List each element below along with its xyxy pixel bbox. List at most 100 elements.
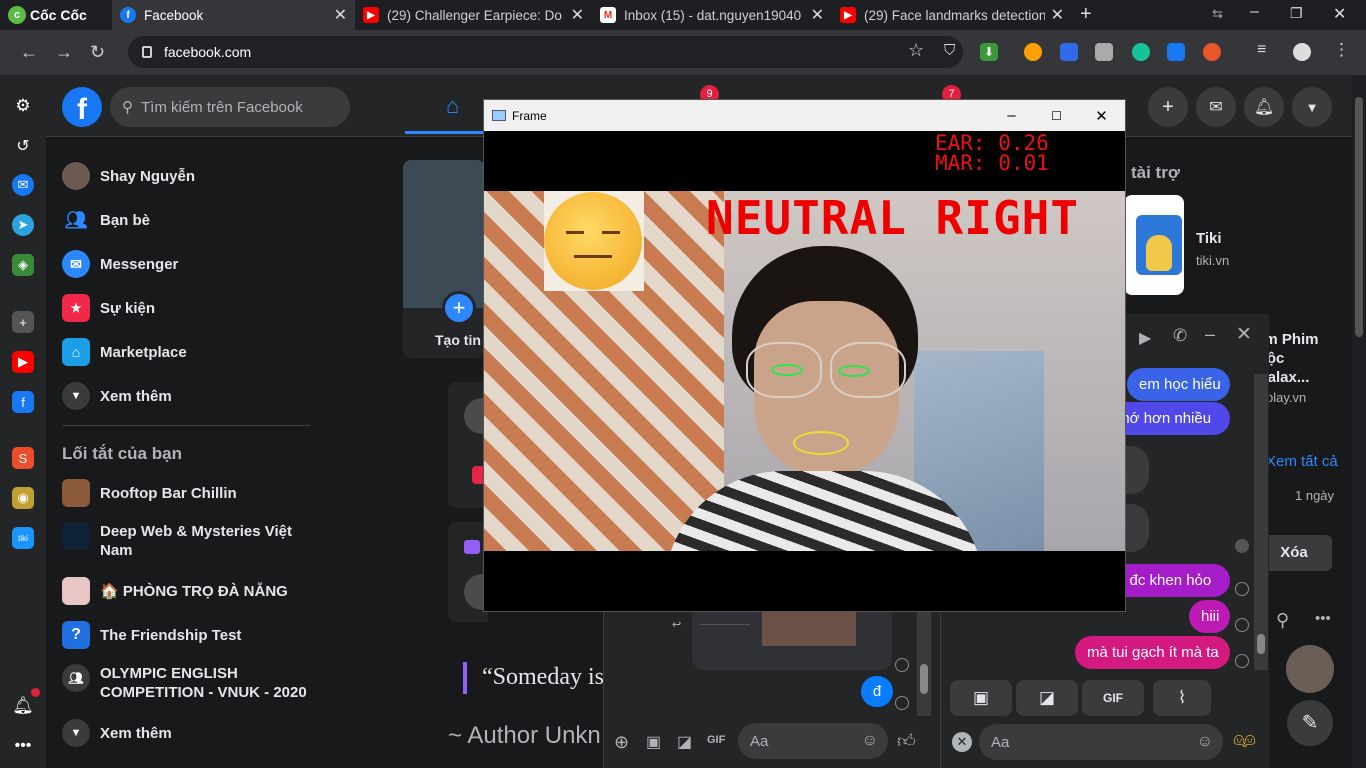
bookmark-star-icon[interactable]: ☆ bbox=[908, 40, 924, 61]
left-nav-events[interactable]: ★ Sự kiện bbox=[62, 294, 155, 322]
gif-button[interactable]: GIF bbox=[1082, 680, 1144, 716]
reply-icon[interactable]: ↩ bbox=[672, 618, 681, 631]
shortcut-rooftop-bar[interactable]: Rooftop Bar Chillin bbox=[62, 479, 237, 507]
video-call-icon[interactable]: ▶ bbox=[1139, 328, 1151, 348]
minimize-chat-icon[interactable]: – bbox=[1205, 324, 1215, 345]
facebook-logo-icon[interactable]: f bbox=[62, 87, 102, 127]
chat-scrollbar[interactable] bbox=[1254, 374, 1268, 670]
bell-icon[interactable]: 🔔︎ bbox=[12, 695, 34, 717]
settings-icon[interactable]: ⚙ bbox=[12, 95, 34, 117]
post-composer-card[interactable] bbox=[448, 382, 488, 508]
see-all-link[interactable]: Xem tất cả bbox=[1266, 453, 1338, 470]
tab-facebook[interactable]: f Facebook ✕ bbox=[112, 0, 355, 30]
shopee-icon[interactable]: S bbox=[12, 447, 34, 469]
shared-screenshot-image[interactable] bbox=[692, 612, 892, 670]
search-contacts-icon[interactable]: ⚲ bbox=[1276, 610, 1289, 631]
facebook-icon[interactable]: f bbox=[12, 391, 34, 413]
messenger-icon[interactable]: ✉ bbox=[12, 174, 34, 196]
shield-icon[interactable]: ⛉ bbox=[944, 42, 955, 59]
tab-gmail[interactable]: M Inbox (15) - dat.nguyen19040 ✕ bbox=[592, 0, 832, 30]
tiki-ad-image[interactable] bbox=[1124, 195, 1184, 295]
extension-icon[interactable] bbox=[1024, 43, 1042, 61]
tab-list-icon[interactable]: ⇆ bbox=[1212, 6, 1223, 22]
maximize-icon[interactable]: ☐ bbox=[1034, 100, 1079, 131]
shortcut-phong-tro[interactable]: 🏠 PHÒNG TRỌ ĐÀ NẴNG bbox=[62, 577, 288, 605]
youtube-icon[interactable]: ▶ bbox=[12, 351, 34, 373]
chat-bubble-sent[interactable]: mà tui gạch ít mà ta bbox=[1075, 636, 1230, 669]
chat-bubble-sent[interactable]: hiii bbox=[1189, 600, 1230, 633]
frame-title-bar[interactable]: Frame – ☐ ✕ bbox=[484, 100, 1125, 131]
ad-name[interactable]: Tiki bbox=[1196, 230, 1222, 247]
minimize-icon[interactable]: – bbox=[1250, 3, 1259, 21]
download-icon[interactable]: ⬇ bbox=[980, 43, 998, 61]
left-nav-see-more[interactable]: ▼ Xem thêm bbox=[62, 382, 172, 410]
restore-icon[interactable]: ❐ bbox=[1290, 5, 1303, 22]
photo-icon[interactable]: ▣ bbox=[646, 732, 661, 752]
add-icon[interactable]: + bbox=[12, 311, 34, 333]
close-tab-icon[interactable]: ✕ bbox=[571, 5, 584, 25]
chat-bubble-sent[interactable]: em học hiểu bbox=[1127, 368, 1230, 401]
chat-scrollbar[interactable] bbox=[917, 612, 931, 716]
left-nav-friends[interactable]: 👥︎ Bạn bè bbox=[62, 206, 150, 234]
page-scrollbar[interactable] bbox=[1352, 75, 1366, 768]
left-nav-profile[interactable]: Shay Nguyễn bbox=[62, 162, 195, 190]
back-icon[interactable]: ← bbox=[20, 42, 38, 63]
emoji-icon[interactable]: ☺ bbox=[1197, 733, 1213, 751]
shortcut-friendship-test[interactable]: ? The Friendship Test bbox=[62, 621, 241, 649]
messenger-icon[interactable]: ✉ bbox=[1196, 87, 1236, 127]
minimize-icon[interactable]: – bbox=[989, 100, 1034, 131]
add-plus-icon[interactable]: ⊕ bbox=[614, 732, 629, 753]
attach-file-button[interactable]: ⌇ bbox=[1153, 680, 1211, 716]
close-tab-icon[interactable]: ✕ bbox=[334, 5, 347, 25]
menu-kebab-icon[interactable]: ⋮ bbox=[1333, 40, 1350, 60]
scrollbar-thumb[interactable] bbox=[920, 664, 928, 694]
left-nav-messenger[interactable]: ✉ Messenger bbox=[62, 250, 178, 278]
new-message-icon[interactable]: ✎ bbox=[1287, 700, 1333, 746]
extension-icon[interactable] bbox=[1203, 43, 1221, 61]
browser-brand[interactable]: c Cốc Cốc bbox=[8, 5, 87, 25]
contact-avatar[interactable] bbox=[1286, 645, 1334, 693]
left-nav-marketplace[interactable]: ⌂ Marketplace bbox=[62, 338, 187, 366]
address-bar[interactable]: facebook.com bbox=[128, 36, 963, 68]
shortcut-olympic-english[interactable]: 👥︎ OLYMPIC ENGLISH COMPETITION - VNUK - 2… bbox=[62, 664, 312, 702]
more-options-icon[interactable]: ••• bbox=[1315, 610, 1331, 627]
app-icon[interactable]: ◉ bbox=[12, 487, 34, 509]
notifications-bell-icon[interactable]: 🔔︎ bbox=[1244, 87, 1284, 127]
tab-youtube-challenger[interactable]: ▶ (29) Challenger Earpiece: Do Y ✕ bbox=[355, 0, 592, 30]
reading-list-icon[interactable]: ≡ bbox=[1257, 41, 1266, 59]
close-chat-icon[interactable]: ✕ bbox=[1236, 323, 1252, 346]
forward-icon[interactable]: → bbox=[55, 42, 73, 63]
photo-attach-button[interactable]: ▣ bbox=[950, 680, 1012, 716]
create-story-card[interactable]: + Tạo tin bbox=[403, 160, 485, 358]
tab-youtube-face-landmarks[interactable]: ▶ (29) Face landmarks detection ✕ bbox=[832, 0, 1072, 30]
close-attachments-icon[interactable]: ✕ bbox=[952, 732, 972, 752]
phone-icon[interactable]: ✆ bbox=[1173, 326, 1187, 346]
shortcuts-see-more[interactable]: ▼ Xem thêm bbox=[62, 719, 172, 747]
facebook-search-input[interactable]: ⚲ Tìm kiếm trên Facebook bbox=[110, 87, 350, 127]
extension-icon[interactable] bbox=[1095, 43, 1113, 61]
emoji-reaction-icon[interactable]: 👫︎ bbox=[1233, 730, 1256, 751]
chat-input-right[interactable]: Aa ☺ bbox=[979, 724, 1223, 760]
create-icon[interactable]: + bbox=[1148, 87, 1188, 127]
more-dots-icon[interactable]: ••• bbox=[12, 735, 34, 757]
reload-icon[interactable]: ↻ bbox=[90, 42, 105, 63]
chat-input-left[interactable]: Aa ☺ bbox=[738, 723, 888, 759]
profile-icon[interactable] bbox=[1293, 43, 1311, 61]
sticker-icon[interactable]: ◪ bbox=[677, 732, 692, 752]
emoji-icon[interactable]: ☺ bbox=[862, 732, 878, 750]
sticker-button[interactable]: ◪ bbox=[1016, 680, 1078, 716]
gif-icon[interactable]: GIF bbox=[707, 734, 725, 746]
shortcut-deep-web[interactable]: Deep Web & Mysteries Việt Nam bbox=[62, 522, 302, 560]
extension-icon[interactable] bbox=[1060, 43, 1078, 61]
game-icon[interactable]: ◈ bbox=[12, 254, 34, 276]
history-icon[interactable]: ↺ bbox=[12, 135, 34, 157]
close-window-icon[interactable]: ✕ bbox=[1333, 4, 1346, 24]
account-chevron-down-icon[interactable]: ▼ bbox=[1292, 87, 1332, 127]
scrollbar-thumb[interactable] bbox=[1355, 97, 1363, 337]
home-icon[interactable]: ⌂ bbox=[446, 93, 459, 119]
tiki-icon[interactable]: tiki bbox=[12, 527, 34, 549]
telegram-icon[interactable]: ➤ bbox=[12, 214, 34, 236]
facebook-extension-icon[interactable] bbox=[1167, 43, 1185, 61]
close-icon[interactable]: ✕ bbox=[1079, 100, 1124, 131]
close-tab-icon[interactable]: ✕ bbox=[1051, 5, 1064, 25]
